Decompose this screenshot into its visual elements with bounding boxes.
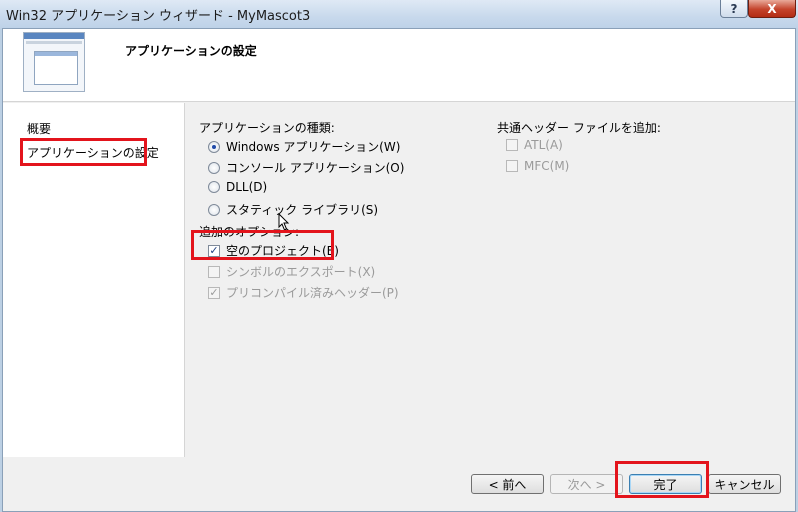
checkbox-atl: ATL(A): [506, 138, 563, 152]
checkbox-icon: [506, 160, 518, 172]
radio-icon: [208, 140, 220, 153]
radio-console-app[interactable]: コンソール アプリケーション(O): [208, 159, 404, 176]
wizard-image-icon: [23, 32, 85, 92]
wizard-window: アプリケーションの設定 概要 アプリケーションの設定 アプリケーションの種類: …: [2, 28, 796, 512]
cancel-button[interactable]: キャンセル: [708, 474, 781, 494]
checkbox-empty-project[interactable]: ✓ 空のプロジェクト(E): [208, 242, 339, 259]
close-button[interactable]: X: [748, 0, 796, 18]
radio-windows-app[interactable]: Windows アプリケーション(W): [208, 138, 400, 155]
checkbox-mfc: MFC(M): [506, 159, 569, 173]
next-button: 次へ >: [550, 474, 623, 494]
nav-item-overview[interactable]: 概要: [27, 120, 51, 137]
wizard-nav: 概要 アプリケーションの設定: [3, 103, 185, 457]
checkbox-checked-icon: ✓: [208, 285, 220, 299]
additional-options-label: 追加のオプション:: [199, 225, 300, 239]
checkbox-checked-icon: ✓: [208, 243, 220, 257]
checkbox-icon: [208, 265, 220, 278]
help-button[interactable]: ?: [720, 0, 748, 18]
radio-icon: [208, 161, 220, 174]
common-headers-label: 共通ヘッダー ファイルを追加:: [497, 121, 661, 135]
app-type-label: アプリケーションの種類:: [199, 121, 335, 135]
nav-item-app-settings[interactable]: アプリケーションの設定: [27, 144, 159, 161]
close-icon: X: [767, 1, 777, 16]
radio-icon: [208, 203, 220, 216]
finish-button[interactable]: 完了: [629, 474, 702, 494]
checkbox-export-symbols: シンボルのエクスポート(X): [208, 263, 375, 280]
wizard-header: アプリケーションの設定: [3, 29, 795, 102]
title-bar[interactable]: Win32 アプリケーション ウィザード - MyMascot3 ? X: [0, 0, 798, 28]
help-icon: ?: [730, 1, 738, 16]
radio-static-library[interactable]: スタティック ライブラリ(S): [208, 201, 378, 218]
checkbox-precompiled-header: ✓ プリコンパイル済みヘッダー(P): [208, 285, 399, 300]
radio-dll[interactable]: DLL(D): [208, 180, 267, 194]
window-title: Win32 アプリケーション ウィザード - MyMascot3: [6, 9, 311, 24]
radio-icon: [208, 181, 220, 193]
checkbox-icon: [506, 139, 518, 151]
prev-button[interactable]: < 前へ: [471, 474, 544, 494]
page-title: アプリケーションの設定: [125, 44, 257, 58]
settings-panel: アプリケーションの種類: Windows アプリケーション(W) コンソール ア…: [186, 103, 795, 457]
